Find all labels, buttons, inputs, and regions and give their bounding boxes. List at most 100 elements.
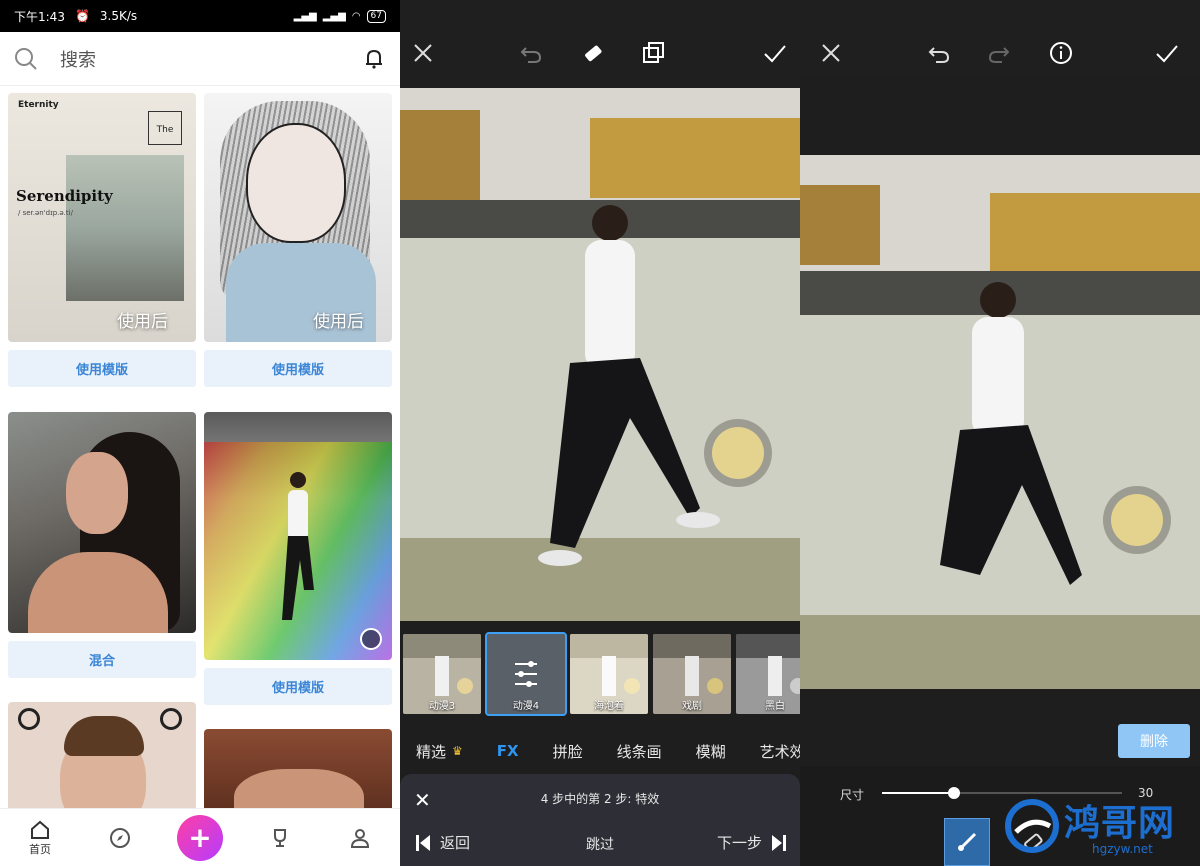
- signal-icon-2: ▂▄▆: [322, 10, 346, 22]
- use-template-button[interactable]: 使用模版: [204, 668, 392, 705]
- watermark-logo-icon: [1005, 799, 1059, 853]
- curly-face: [234, 769, 364, 808]
- card-the-box: The: [148, 111, 182, 145]
- effect-label: 动漫4: [512, 701, 540, 712]
- nav-challenges[interactable]: [240, 826, 320, 850]
- effect-thumbnail[interactable]: 戏剧: [653, 634, 731, 714]
- template-card-serendipity[interactable]: Eternity The Serendipity / ser.ən'dɪp.ə.…: [8, 93, 196, 342]
- effect-label: 黑白: [765, 701, 785, 712]
- template-card-sketch[interactable]: 使用后: [204, 93, 392, 342]
- next-button[interactable]: 下一步: [717, 832, 786, 853]
- delete-button[interactable]: 删除: [1118, 724, 1190, 758]
- nav-profile[interactable]: [320, 826, 400, 850]
- use-template-button[interactable]: 使用模版: [8, 350, 196, 387]
- network-speed: 3.5K/s: [99, 9, 138, 23]
- blend-button[interactable]: 混合: [8, 641, 196, 678]
- eraser-canvas[interactable]: [800, 155, 1200, 689]
- nav-home[interactable]: 首页: [0, 819, 80, 857]
- eraser-screen: 删除 尺寸 30: [800, 0, 1200, 866]
- effect-label: 动漫3: [428, 701, 456, 712]
- effect-categories[interactable]: 精选 ♛ FX 拼脸 线条画 模糊 艺术效: [400, 732, 800, 770]
- check-icon[interactable]: [762, 40, 788, 66]
- use-template-button[interactable]: 使用模版: [204, 350, 392, 387]
- category-tab-active[interactable]: FX: [497, 742, 519, 760]
- nav-home-label: 首页: [29, 842, 51, 856]
- plus-icon[interactable]: +: [177, 814, 223, 861]
- template-card-portrait[interactable]: [8, 412, 196, 633]
- portrait-face: [66, 452, 128, 534]
- home-icon: [31, 820, 49, 839]
- redo-icon[interactable]: [986, 40, 1012, 66]
- effect-thumbnail[interactable]: 海泡着: [570, 634, 648, 714]
- fx-editor-screen: 动漫3 动漫4 海泡着 戏剧 黑白 精选 ♛ FX 拼脸 线条画 模糊 艺术效 …: [400, 0, 800, 866]
- step-title: 4 步中的第 2 步: 特效: [540, 792, 660, 806]
- compare-icon[interactable]: [640, 40, 666, 66]
- search-icon[interactable]: [14, 47, 38, 71]
- after-label: 使用后: [117, 312, 168, 332]
- category-tab[interactable]: 模糊: [696, 741, 726, 762]
- step-bar: ✕ 4 步中的第 2 步: 特效 返回 跳过 下一步: [400, 774, 800, 866]
- nav-explore[interactable]: [80, 826, 160, 850]
- man-figure: [282, 472, 314, 620]
- undo-icon[interactable]: [518, 40, 544, 66]
- status-bar: 下午1:43 ⏰ 3.5K/s ▂▄▆ ▂▄▆ ◠ 67: [0, 0, 400, 32]
- size-slider-knob[interactable]: [948, 787, 960, 799]
- effect-thumbnail[interactable]: 动漫3: [403, 634, 481, 714]
- eraser-icon[interactable]: [580, 40, 606, 66]
- card-title-text: Serendipity: [16, 187, 113, 205]
- crown-icon: ♛: [452, 744, 463, 758]
- home-feed-screen: 下午1:43 ⏰ 3.5K/s ▂▄▆ ▂▄▆ ◠ 67 搜索 Eternity…: [0, 0, 400, 866]
- effect-thumbnail-selected[interactable]: 动漫4: [485, 632, 567, 716]
- category-tab[interactable]: 线条画: [617, 741, 662, 762]
- card-photo: [66, 155, 184, 301]
- photo-scene: [400, 88, 800, 621]
- skip-forward-icon: [772, 834, 786, 851]
- search-bar[interactable]: 搜索: [0, 32, 400, 86]
- replay-icon[interactable]: [360, 628, 382, 650]
- watermark-title: 鸿哥网: [1064, 803, 1176, 844]
- profile-icon: [350, 828, 370, 848]
- close-icon[interactable]: [410, 40, 436, 66]
- close-icon[interactable]: [818, 40, 844, 66]
- template-card-curly[interactable]: [204, 729, 392, 808]
- brush-icon: [958, 832, 977, 851]
- sketch-face: [246, 123, 346, 243]
- template-card-frame[interactable]: [8, 702, 196, 808]
- search-input[interactable]: 搜索: [60, 46, 96, 72]
- compass-icon: [110, 827, 130, 848]
- bottom-navigation: 首页 +: [0, 808, 400, 866]
- frame-hair: [64, 716, 144, 756]
- effect-label: 海泡着: [594, 701, 624, 712]
- battery-level: 67: [366, 9, 386, 23]
- size-label: 尺寸: [840, 788, 865, 802]
- watermark-url: hgzyw.net: [1092, 842, 1153, 856]
- category-tab[interactable]: 艺术效: [760, 741, 800, 762]
- card-phonetic-text: / ser.ən'dɪp.ə.ti/: [18, 209, 73, 217]
- editor-toolbar: [400, 0, 800, 88]
- template-feed[interactable]: Eternity The Serendipity / ser.ən'dɪp.ə.…: [0, 86, 400, 808]
- swirl-decoration: [160, 708, 182, 730]
- after-label: 使用后: [313, 312, 364, 332]
- site-watermark: 鸿哥网 hgzyw.net: [1000, 792, 1200, 866]
- trophy-icon: [274, 828, 286, 847]
- wifi-icon: ◠: [351, 10, 361, 22]
- swirl-decoration: [18, 708, 40, 730]
- category-tab[interactable]: 精选: [416, 741, 446, 762]
- edit-canvas[interactable]: [400, 88, 800, 621]
- effect-thumbnails[interactable]: 动漫3 动漫4 海泡着 戏剧 黑白: [400, 632, 800, 718]
- next-label: 下一步: [716, 834, 762, 852]
- brush-tool[interactable]: [944, 818, 990, 866]
- size-slider-fill: [882, 792, 954, 794]
- category-tab[interactable]: 拼脸: [553, 741, 583, 762]
- check-icon[interactable]: [1154, 40, 1180, 66]
- template-card-rainbow[interactable]: [204, 412, 392, 660]
- info-icon[interactable]: [1048, 40, 1074, 66]
- alarm-icon: ⏰: [74, 9, 90, 23]
- undo-icon[interactable]: [926, 40, 952, 66]
- card-eternity-text: Eternity: [18, 100, 59, 110]
- effect-thumbnail[interactable]: 黑白: [736, 634, 800, 714]
- nav-create[interactable]: +: [160, 814, 240, 861]
- eraser-toolbar: [800, 0, 1200, 78]
- signal-icon: ▂▄▆: [293, 10, 317, 22]
- bell-icon[interactable]: [362, 47, 386, 71]
